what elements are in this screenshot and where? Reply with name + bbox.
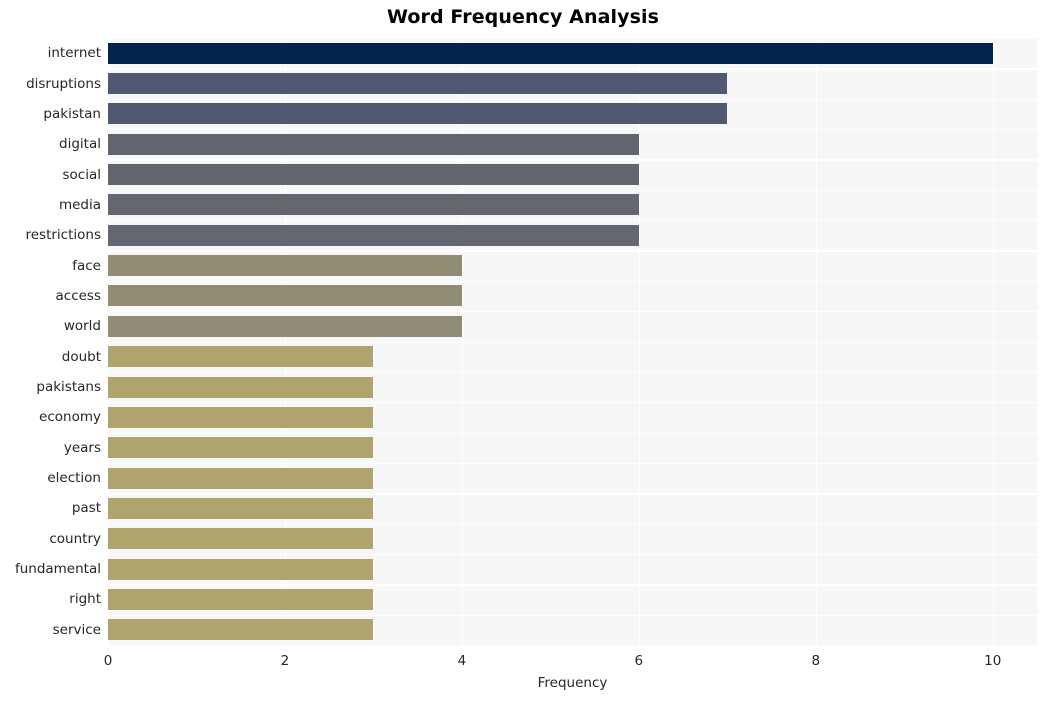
bar xyxy=(108,588,374,610)
bar xyxy=(108,42,993,64)
plot-area xyxy=(108,38,1037,647)
y-axis-tick-label: past xyxy=(71,500,101,517)
gridline-horizontal xyxy=(108,98,1037,100)
y-axis-tick-label: country xyxy=(49,530,101,547)
bar xyxy=(108,73,728,95)
y-axis-tick-label: world xyxy=(63,318,101,335)
bar xyxy=(108,558,374,580)
gridline-horizontal xyxy=(108,220,1037,222)
gridline-horizontal xyxy=(108,371,1037,374)
chart-figure: Word Frequency Analysis internet disrupti… xyxy=(0,0,1046,701)
y-axis-tick-label: pakistans xyxy=(36,379,101,396)
y-axis-tick-label: access xyxy=(55,287,102,304)
gridline-horizontal xyxy=(108,280,1037,283)
bar xyxy=(108,346,374,368)
gridline-horizontal xyxy=(108,553,1037,556)
y-axis-tick-label: media xyxy=(58,196,101,213)
bar xyxy=(108,255,462,277)
x-axis-tick-label: 0 xyxy=(103,653,113,669)
gridline-horizontal xyxy=(108,68,1037,70)
x-axis-tick-labels: 0 2 4 6 8 10 xyxy=(0,645,1046,675)
bar xyxy=(108,194,639,216)
x-axis-tick-label: 6 xyxy=(634,653,644,669)
y-axis-tick-label: doubt xyxy=(61,348,101,365)
x-axis-tick-label: 4 xyxy=(457,653,467,669)
y-axis-tick-label: internet xyxy=(47,45,101,62)
bar xyxy=(108,406,374,428)
gridline-horizontal xyxy=(108,584,1037,586)
bar xyxy=(108,164,639,186)
gridline-horizontal xyxy=(108,462,1037,465)
gridline-horizontal xyxy=(108,250,1037,252)
y-axis-tick-label: service xyxy=(52,621,101,638)
bar xyxy=(108,619,374,641)
gridline-horizontal xyxy=(108,311,1037,313)
bar xyxy=(108,224,639,246)
y-axis-tick-label: disruptions xyxy=(26,75,101,92)
gridline-horizontal xyxy=(108,493,1037,495)
y-axis-tick-labels: internet disruptions pakistan digital social… xyxy=(0,38,108,645)
x-axis-tick-label: 8 xyxy=(811,653,821,669)
y-axis-tick-label: economy xyxy=(39,409,101,426)
gridline-horizontal xyxy=(108,189,1037,192)
bar xyxy=(108,285,462,307)
gridline-horizontal xyxy=(108,402,1037,404)
y-axis-tick-label: right xyxy=(69,591,101,608)
y-axis-tick-label: fundamental xyxy=(14,561,101,578)
bar xyxy=(108,315,462,337)
gridline-horizontal xyxy=(108,432,1037,434)
x-axis-tick-label: 10 xyxy=(984,653,1002,669)
gridline-horizontal xyxy=(108,38,1037,40)
y-axis-tick-label: digital xyxy=(59,136,101,153)
gridline-horizontal xyxy=(108,523,1037,525)
bar xyxy=(108,133,639,155)
x-axis-tick-label: 2 xyxy=(280,653,290,669)
gridline-horizontal xyxy=(108,341,1037,343)
gridline-horizontal xyxy=(108,129,1037,131)
y-axis-tick-label: election xyxy=(47,470,101,487)
bar xyxy=(108,497,374,519)
gridline-horizontal xyxy=(108,159,1037,161)
y-axis-tick-label: social xyxy=(62,166,102,183)
bar xyxy=(108,437,374,459)
y-axis-tick-label: face xyxy=(72,257,101,274)
x-axis-label: Frequency xyxy=(537,675,608,691)
y-axis-tick-label: years xyxy=(63,439,101,456)
y-axis-tick-label: pakistan xyxy=(43,105,101,122)
chart-title: Word Frequency Analysis xyxy=(386,6,660,28)
bar xyxy=(108,103,728,125)
y-axis-tick-label: restrictions xyxy=(25,227,101,244)
gridline-horizontal xyxy=(108,614,1037,616)
bar xyxy=(108,467,374,489)
bar xyxy=(108,376,374,398)
bar xyxy=(108,528,374,550)
